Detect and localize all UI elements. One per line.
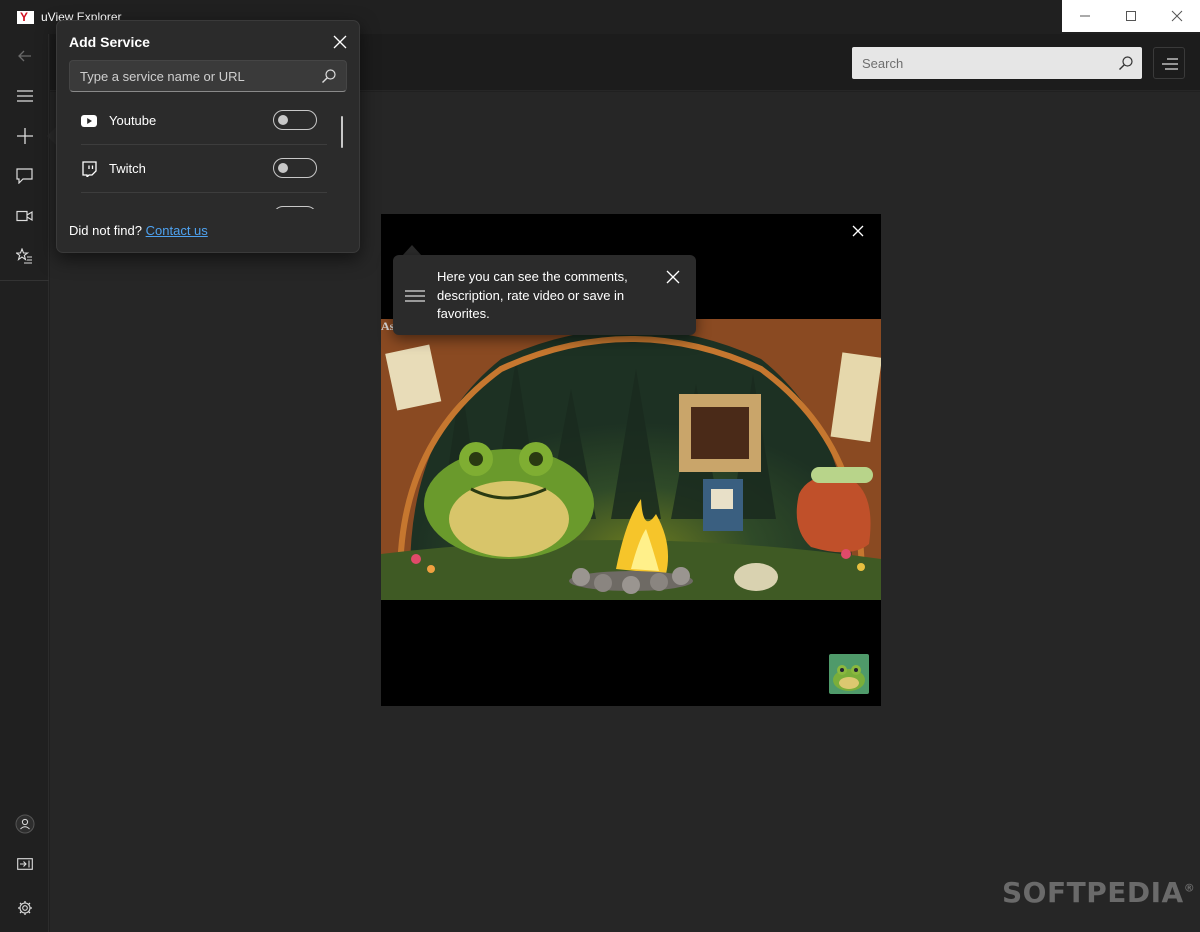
not-found-text: Did not find? (69, 223, 142, 238)
close-icon (333, 35, 347, 49)
service-row-youtube[interactable]: Youtube (81, 97, 327, 145)
registered-mark: ® (1183, 881, 1196, 895)
favorites-button[interactable] (0, 236, 49, 276)
search-icon[interactable] (321, 68, 337, 84)
close-icon (666, 270, 680, 284)
rail-divider (0, 280, 49, 281)
minimize-button[interactable] (1062, 0, 1108, 32)
menu-lines-icon (1162, 58, 1178, 70)
login-button[interactable] (0, 844, 49, 884)
gear-icon (17, 901, 32, 915)
hamburger-icon (405, 290, 425, 302)
chat-icon (16, 168, 33, 184)
search-icon[interactable] (1118, 55, 1134, 71)
add-service-button[interactable] (0, 116, 49, 156)
tip-text: Here you can see the comments, descripti… (437, 269, 628, 321)
tip-close-button[interactable] (663, 267, 683, 287)
back-button[interactable] (0, 36, 49, 76)
service-list: Youtube Twitch (69, 97, 339, 209)
left-navigation-rail (0, 34, 49, 932)
service-name: Twitch (109, 161, 146, 176)
frog-avatar-icon (829, 654, 869, 694)
softpedia-watermark: SOFTPEDIA® (1002, 876, 1195, 909)
comments-button[interactable] (0, 156, 49, 196)
maximize-button[interactable] (1108, 0, 1154, 32)
not-found-line: Did not find? Contact us (69, 223, 208, 238)
service-name: Youtube (109, 113, 157, 128)
user-avatar-icon (15, 814, 34, 834)
flyout-pointer (47, 127, 56, 145)
service-row-partial[interactable] (81, 193, 327, 209)
video-camera-icon (16, 210, 33, 222)
service-search-box (69, 60, 347, 92)
tip-popup: Here you can see the comments, descripti… (393, 255, 696, 335)
channel-avatar[interactable] (829, 654, 869, 694)
close-window-button[interactable] (1154, 0, 1200, 32)
search-box (852, 47, 1142, 79)
minimize-icon (1080, 15, 1090, 17)
service-row-twitch[interactable]: Twitch (81, 145, 327, 193)
back-arrow-icon (17, 50, 31, 62)
hamburger-menu-button[interactable] (0, 76, 49, 116)
video-button[interactable] (0, 196, 49, 236)
close-video-button[interactable] (847, 220, 869, 242)
star-list-icon (16, 248, 32, 264)
flyout-close-button[interactable] (329, 31, 351, 53)
app-window: uView Explorer (0, 0, 1200, 932)
hamburger-icon (16, 90, 33, 102)
service-search-input[interactable] (70, 61, 310, 91)
plus-icon (16, 128, 33, 144)
watermark-text: SOFTPEDIA (1002, 876, 1184, 909)
youtube-icon (81, 115, 97, 127)
video-thumbnail-image (381, 319, 881, 600)
video-frame[interactable] (381, 319, 881, 600)
window-controls (1062, 0, 1200, 32)
app-logo-icon (17, 10, 34, 24)
settings-button[interactable] (0, 888, 49, 928)
flyout-scrollbar[interactable] (341, 116, 343, 148)
search-input[interactable] (852, 47, 1108, 79)
close-icon (1171, 10, 1183, 22)
add-service-flyout: Add Service Youtube Twitch (56, 20, 360, 253)
close-icon (852, 225, 864, 237)
twitch-toggle[interactable] (273, 158, 317, 178)
sign-in-icon (16, 858, 33, 870)
account-button[interactable] (0, 804, 49, 844)
flyout-title: Add Service (69, 34, 150, 50)
contact-us-link[interactable]: Contact us (146, 223, 208, 238)
youtube-toggle[interactable] (273, 110, 317, 130)
twitch-icon (82, 161, 97, 177)
maximize-icon (1126, 11, 1136, 21)
service-toggle[interactable] (273, 206, 317, 209)
view-options-button[interactable] (1153, 47, 1185, 79)
